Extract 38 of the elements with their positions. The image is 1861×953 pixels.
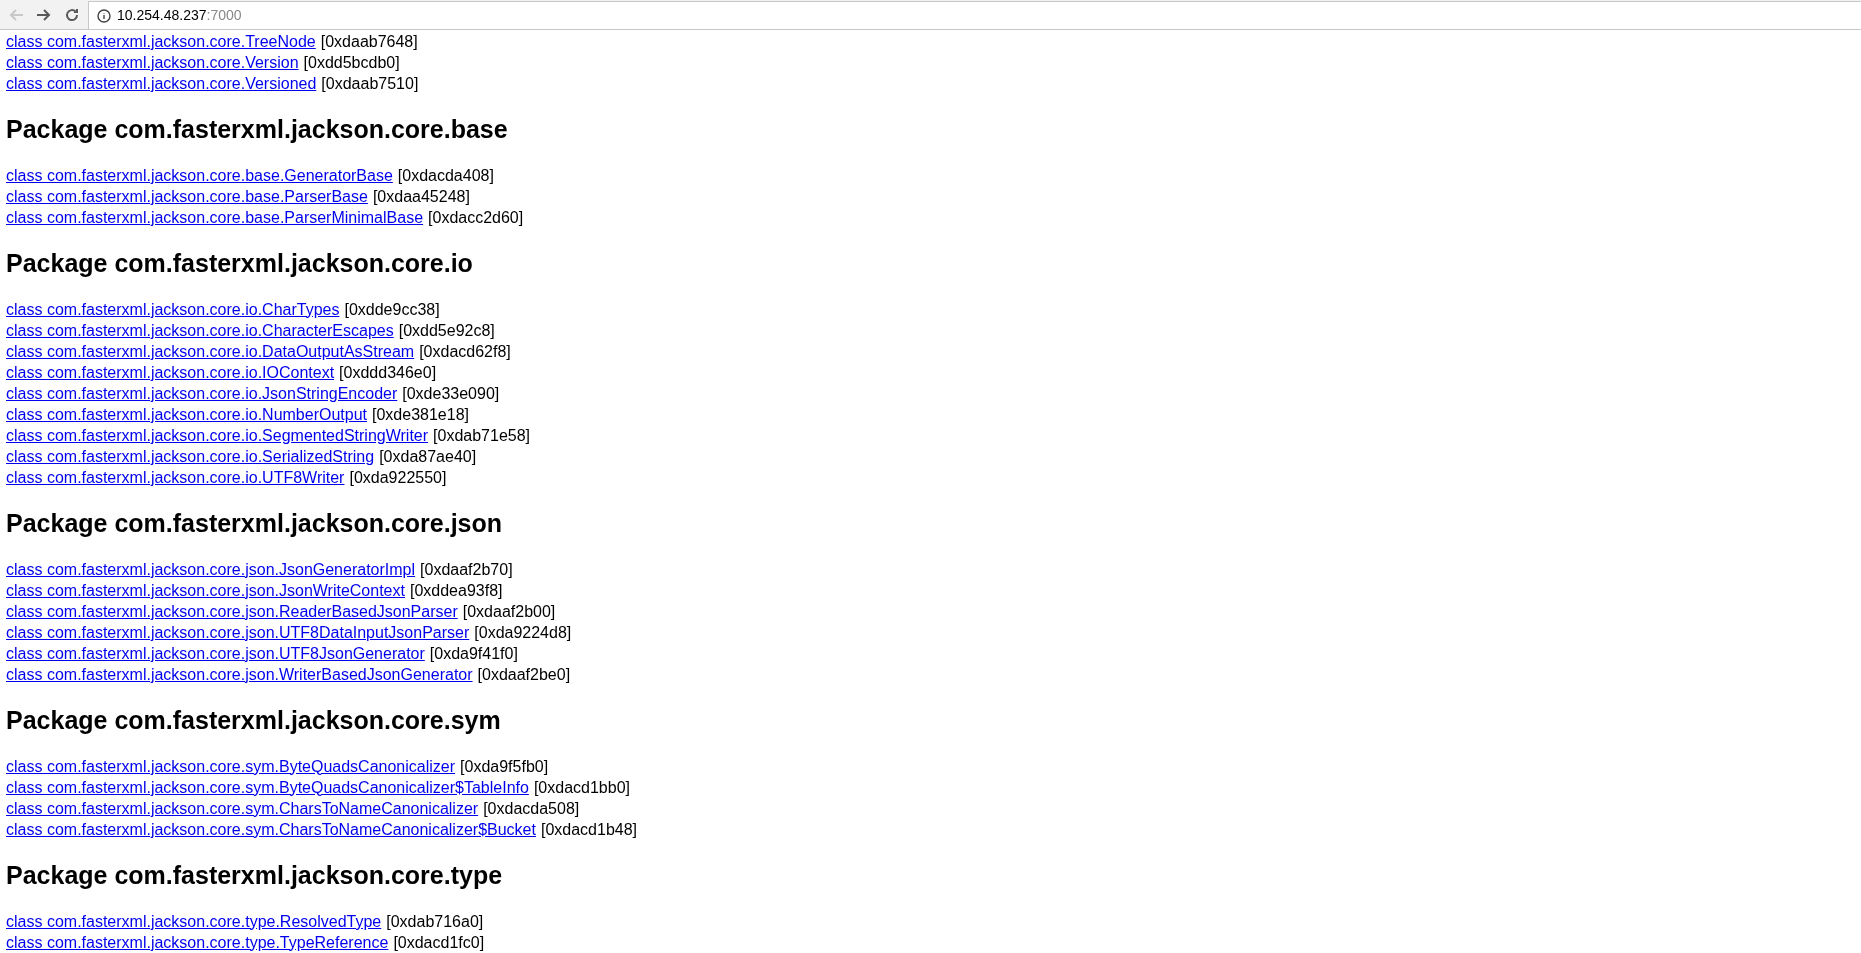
info-icon <box>97 8 111 23</box>
memory-address: [0xddd346e0] <box>339 362 437 383</box>
memory-address: [0xdd5bcdb0] <box>303 52 400 73</box>
memory-address: [0xdd5e92c8] <box>398 320 495 341</box>
memory-address: [0xdaaf2b00] <box>462 601 556 622</box>
memory-address: [0xdacda408] <box>397 165 494 186</box>
package-heading: Package com.fasterxml.jackson.core.base <box>6 115 509 144</box>
url-text: 10.254.48.237:7000 <box>117 6 242 25</box>
back-arrow-icon <box>8 6 24 23</box>
memory-address: [0xde33e090] <box>402 383 500 404</box>
address-bar[interactable]: 10.254.48.237:7000 <box>88 1 1861 29</box>
memory-address: [0xdacd1fc0] <box>393 932 485 953</box>
memory-address: [0xdacd62f8] <box>419 341 511 362</box>
package-heading: Package com.fasterxml.jackson.core.json <box>6 509 504 538</box>
memory-address: [0xdab716a0] <box>386 911 484 932</box>
memory-address: [0xdaaf2be0] <box>477 664 571 685</box>
memory-address: [0xdaab7648] <box>320 31 418 52</box>
memory-address: [0xda87ae40] <box>379 446 477 467</box>
package-heading: Package com.fasterxml.jackson.core.io <box>6 249 474 278</box>
memory-address: [0xdab71e58] <box>433 425 531 446</box>
memory-address: [0xda9224d8] <box>474 622 572 643</box>
memory-address: [0xddea93f8] <box>409 580 503 601</box>
memory-address: [0xda9f41f0] <box>429 643 518 664</box>
memory-address: [0xdaaf2b70] <box>420 559 513 580</box>
memory-address: [0xdaab7510] <box>321 73 419 94</box>
memory-address: [0xdde9cc38] <box>344 299 440 320</box>
package-heading: Package com.fasterxml.jackson.core.type <box>6 861 504 890</box>
package-heading: Package com.fasterxml.jackson.core.sym <box>6 706 502 735</box>
memory-address: [0xdacda508] <box>483 798 580 819</box>
memory-address: [0xdaa45248] <box>372 186 470 207</box>
memory-address: [0xdacc2d60] <box>428 207 524 228</box>
reload-icon <box>64 6 80 23</box>
memory-address: [0xda922550] <box>349 467 447 488</box>
memory-address: [0xde381e18] <box>372 404 469 425</box>
memory-address: [0xdacd1bb0] <box>533 777 630 798</box>
memory-address: [0xda9f5fb0] <box>460 756 549 777</box>
forward-arrow-icon <box>36 6 52 23</box>
memory-address: [0xdacd1b48] <box>540 819 638 840</box>
